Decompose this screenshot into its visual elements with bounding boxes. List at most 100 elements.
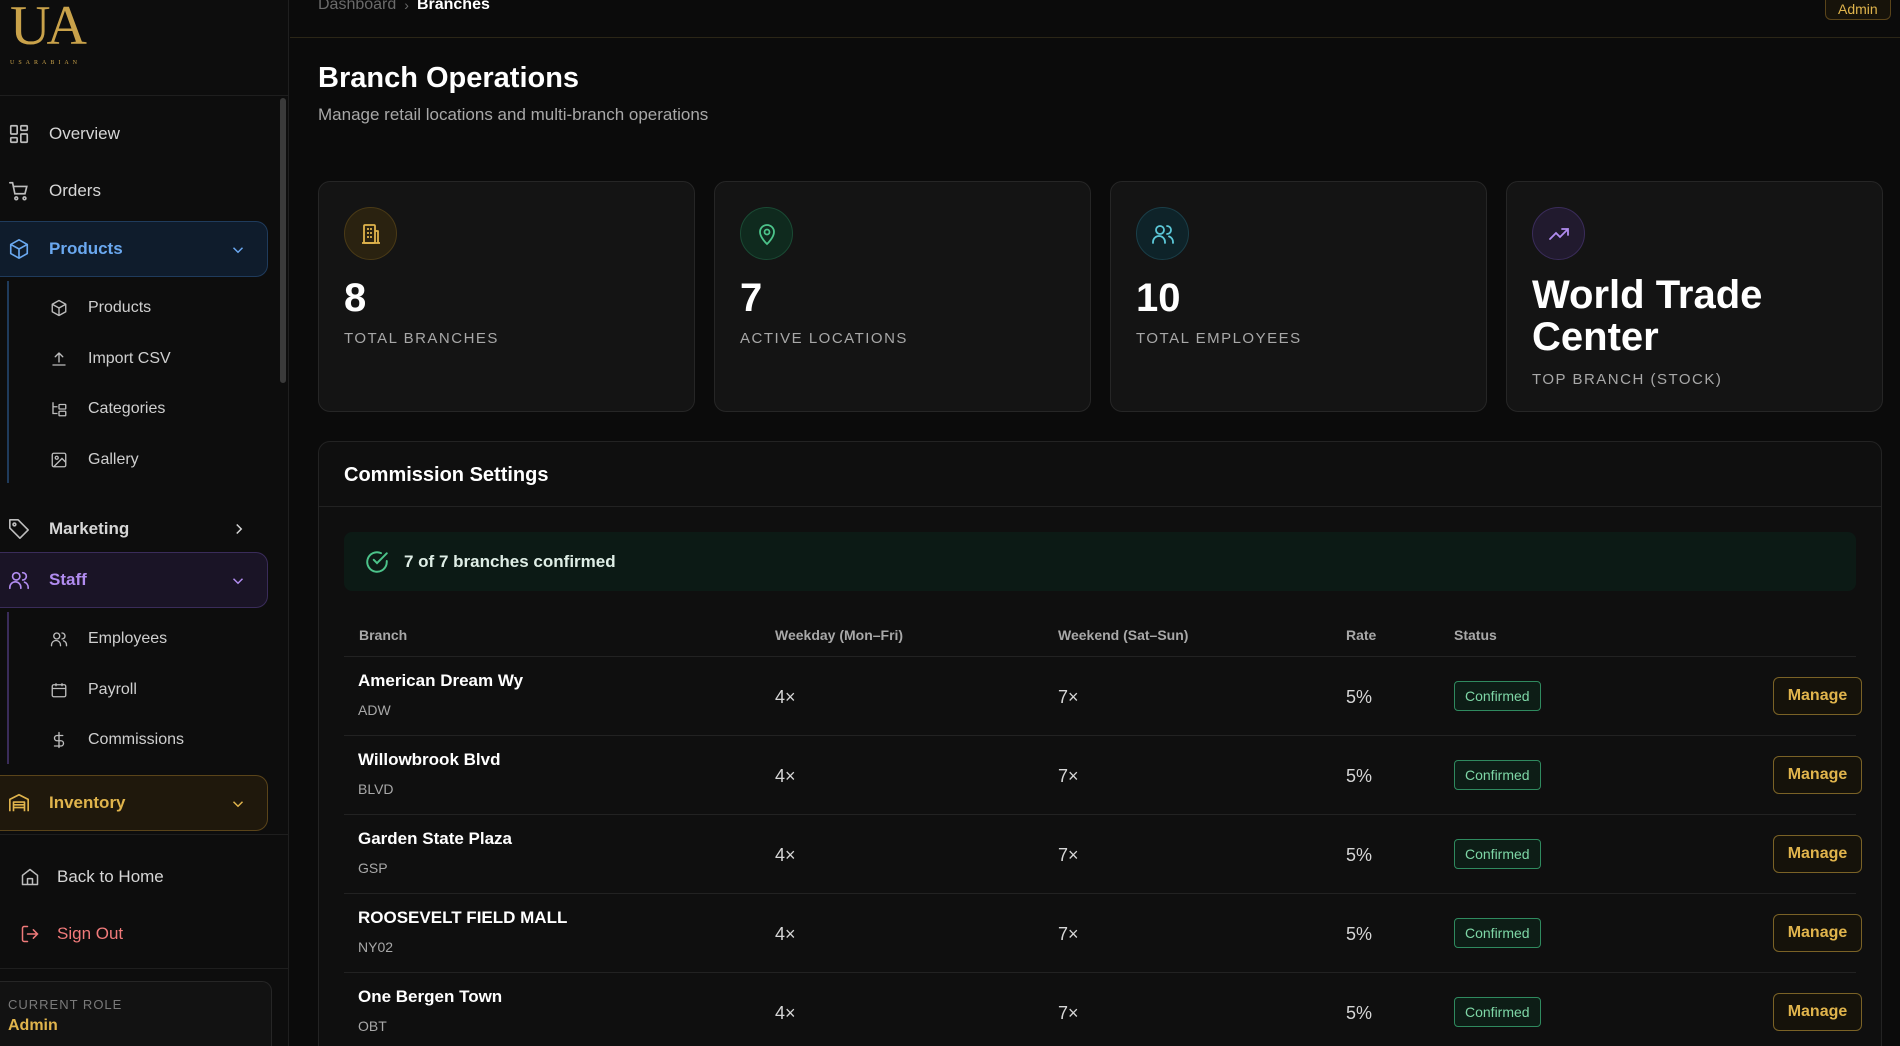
manage-button[interactable]: Manage (1773, 677, 1862, 715)
users-icon (50, 630, 68, 648)
sidebar-item-label: Orders (49, 181, 101, 200)
sign-out-button[interactable]: Sign Out (20, 919, 123, 949)
sign-out-label: Sign Out (57, 924, 124, 943)
table-row: ROOSEVELT FIELD MALL NY02 4× 7× 5% Confi… (344, 894, 1862, 973)
column-header-rate[interactable]: Rate (1346, 627, 1376, 643)
commission-rate: 5% (1346, 924, 1373, 944)
back-to-home-link[interactable]: Back to Home (20, 862, 164, 892)
page-subtitle: Manage retail locations and multi-branch… (318, 105, 709, 124)
sidebar-scrollbar-thumb[interactable] (280, 98, 286, 383)
table-row: Garden State Plaza GSP 4× 7× 5% Confirme… (344, 815, 1862, 894)
sidebar-subitem-employees[interactable]: Employees (50, 619, 167, 659)
home-icon (20, 867, 40, 887)
current-role-value: Admin (8, 1017, 58, 1034)
sidebar-subitem-commissions[interactable]: Commissions (50, 720, 184, 760)
sidebar-subitem-label: Gallery (88, 451, 139, 468)
breadcrumb: Dashboard › Branches (318, 0, 490, 14)
weekday-multiplier: 4× (775, 1003, 796, 1023)
sidebar-scrollbar[interactable] (278, 96, 288, 831)
stat-card-active-locations: 7 ACTIVE LOCATIONS (714, 181, 1091, 412)
stat-card-total-branches: 8 TOTAL BRANCHES (318, 181, 695, 412)
sidebar-group-label: Staff (49, 570, 87, 589)
stat-value: 8 (344, 276, 367, 320)
sidebar-subitem-categories[interactable]: Categories (50, 389, 165, 429)
column-header-branch[interactable]: Branch (359, 627, 407, 643)
commission-rate: 5% (1346, 845, 1373, 865)
sidebar-group-label: Marketing (49, 519, 130, 538)
stat-label: TOTAL EMPLOYEES (1136, 330, 1302, 347)
status-badge: Confirmed (1454, 839, 1541, 869)
confirmation-banner: 7 of 7 branches confirmed (344, 532, 1856, 591)
manage-button[interactable]: Manage (1773, 835, 1862, 873)
weekday-multiplier: 4× (775, 687, 796, 707)
sidebar-group-marketing[interactable]: Marketing (0, 501, 268, 557)
status-badge: Confirmed (1454, 760, 1541, 790)
calendar-icon (50, 681, 68, 699)
logo[interactable]: UA USARABIAN (0, 0, 288, 96)
branch-code: OBT (358, 1018, 387, 1034)
branch-name: Garden State Plaza (358, 829, 513, 848)
sidebar-subitem-products[interactable]: Products (50, 288, 151, 328)
tag-icon (8, 518, 30, 540)
commission-rate: 5% (1346, 1003, 1373, 1023)
products-subtree-line (7, 281, 9, 483)
users-icon (8, 569, 30, 591)
log-out-icon (20, 924, 40, 944)
weekday-multiplier: 4× (775, 845, 796, 865)
column-header-weekend[interactable]: Weekend (Sat–Sun) (1058, 627, 1188, 643)
sidebar-subitem-label: Payroll (88, 681, 137, 698)
admin-badge[interactable]: Admin (1825, 0, 1891, 20)
sidebar: UA USARABIAN Overview Orders Products Pr… (0, 0, 289, 1046)
branch-name: ROOSEVELT FIELD MALL (358, 908, 568, 927)
status-badge: Confirmed (1454, 918, 1541, 948)
sidebar-subitem-payroll[interactable]: Payroll (50, 670, 137, 710)
sidebar-group-staff[interactable]: Staff (0, 552, 268, 608)
sidebar-group-label: Products (49, 239, 123, 258)
manage-button[interactable]: Manage (1773, 914, 1862, 952)
stat-value: 7 (740, 276, 763, 320)
sidebar-item-overview[interactable]: Overview (0, 106, 268, 162)
breadcrumb-current: Branches (416, 0, 490, 13)
branch-name: One Bergen Town (358, 987, 503, 1006)
branch-code: GSP (358, 860, 388, 876)
logo-subtext: USARABIAN (10, 60, 82, 66)
current-role-label: CURRENT ROLE (8, 997, 123, 1012)
panel-divider (319, 506, 1881, 507)
stat-card-total-employees: 10 TOTAL EMPLOYEES (1110, 181, 1487, 412)
map-pin-icon (740, 207, 793, 260)
branch-code: BLVD (358, 781, 394, 797)
staff-subtree-line (7, 612, 9, 764)
sidebar-group-products[interactable]: Products (0, 221, 268, 277)
sidebar-item-orders[interactable]: Orders (0, 163, 268, 219)
manage-button[interactable]: Manage (1773, 993, 1862, 1031)
sidebar-group-inventory[interactable]: Inventory (0, 775, 268, 831)
chevron-down-icon (229, 241, 247, 259)
check-circle-icon (364, 549, 390, 575)
users-icon (1136, 207, 1189, 260)
weekend-multiplier: 7× (1058, 766, 1079, 786)
sidebar-subitem-label: Employees (88, 630, 168, 647)
sidebar-divider (0, 834, 289, 835)
shopping-cart-icon (8, 180, 30, 202)
weekend-multiplier: 7× (1058, 924, 1079, 944)
table-row: American Dream Wy ADW 4× 7× 5% Confirmed… (344, 657, 1862, 736)
logo-mark: UA (10, 0, 87, 57)
commission-rate: 5% (1346, 766, 1373, 786)
page-title: Branch Operations (318, 62, 580, 94)
building-icon (344, 207, 397, 260)
breadcrumb-dashboard[interactable]: Dashboard (318, 0, 396, 14)
chevron-down-icon (229, 572, 247, 590)
back-to-home-label: Back to Home (57, 867, 164, 886)
manage-button[interactable]: Manage (1773, 756, 1862, 794)
sidebar-divider (0, 968, 289, 969)
stat-label: ACTIVE LOCATIONS (740, 330, 908, 347)
sidebar-subitem-import-csv[interactable]: Import CSV (50, 339, 171, 379)
column-header-status[interactable]: Status (1454, 627, 1497, 643)
sidebar-subitem-gallery[interactable]: Gallery (50, 440, 139, 480)
stat-value: World Trade Center (1532, 273, 1763, 359)
branch-code: ADW (358, 702, 391, 718)
stat-label: TOTAL BRANCHES (344, 330, 499, 347)
weekday-multiplier: 4× (775, 924, 796, 944)
status-badge: Confirmed (1454, 681, 1541, 711)
column-header-weekday[interactable]: Weekday (Mon–Fri) (775, 627, 903, 643)
